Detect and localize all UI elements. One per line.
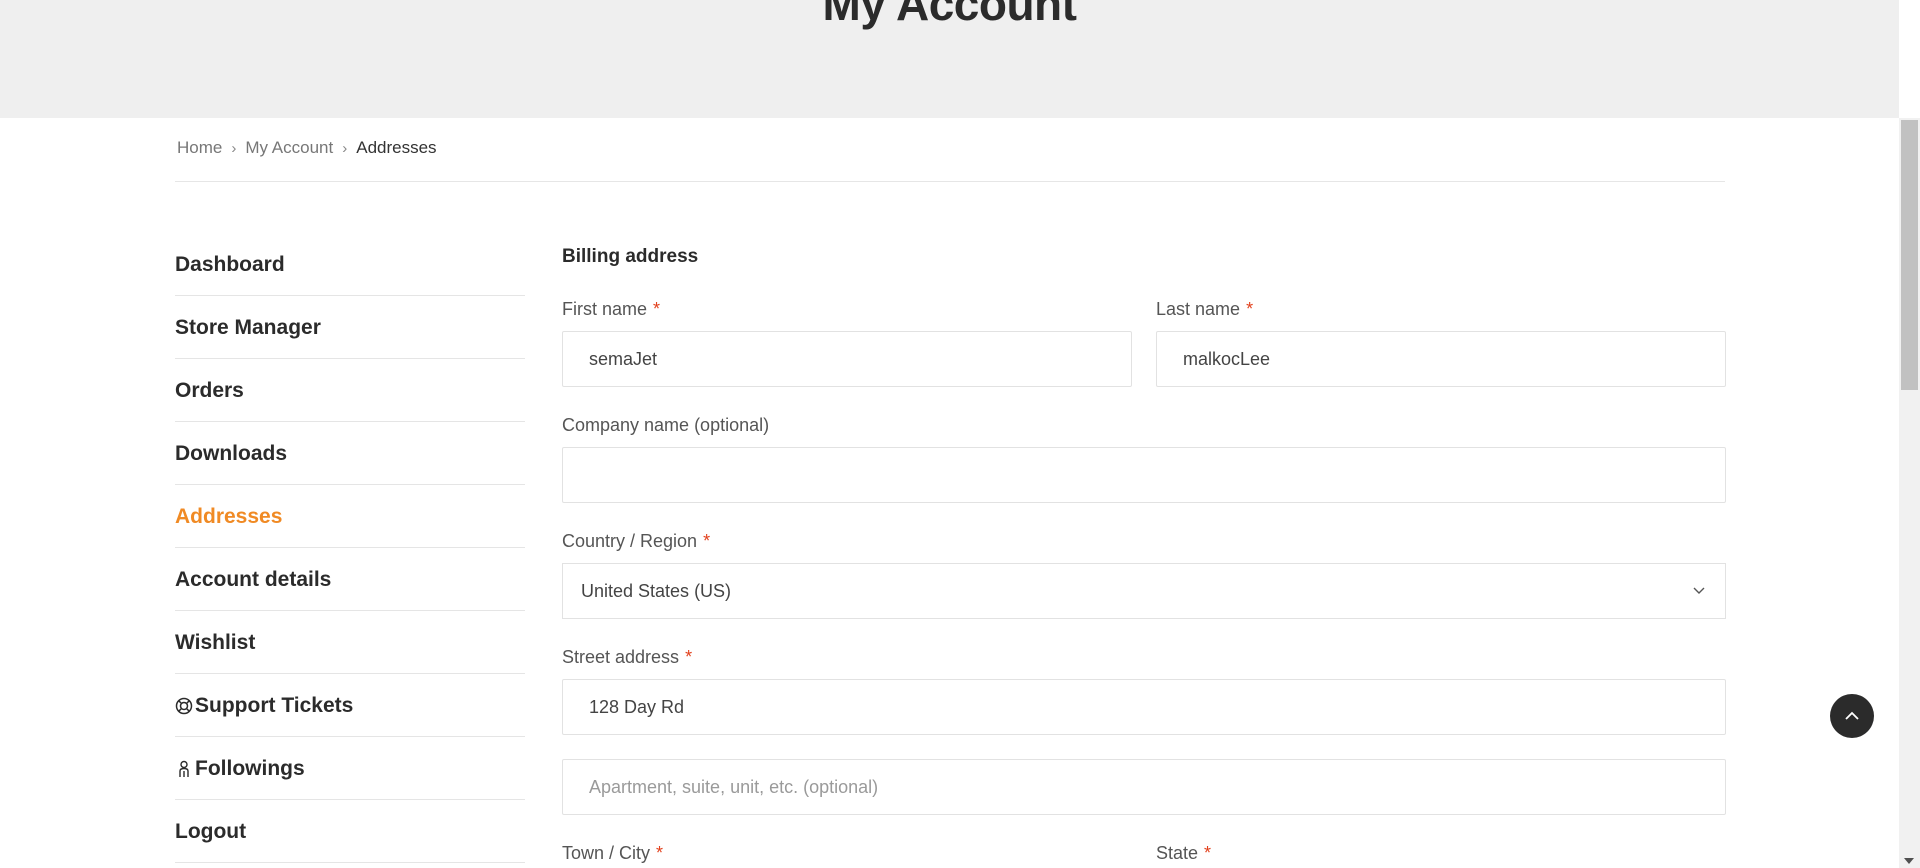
sidebar-item-orders[interactable]: Orders bbox=[175, 360, 525, 422]
chevron-right-icon: › bbox=[342, 139, 348, 157]
country-select[interactable]: United States (US) bbox=[562, 563, 1726, 619]
company-name-label: Company name (optional) bbox=[562, 415, 770, 435]
breadcrumb-current: Addresses bbox=[356, 138, 437, 157]
page-header: My Account bbox=[0, 0, 1899, 118]
page-title: My Account bbox=[822, 0, 1077, 30]
apartment-input[interactable] bbox=[562, 759, 1726, 815]
sidebar-item-dashboard[interactable]: Dashboard bbox=[175, 234, 525, 296]
sidebar-item-downloads[interactable]: Downloads bbox=[175, 423, 525, 485]
first-name-input[interactable] bbox=[562, 331, 1132, 387]
back-to-top-button[interactable] bbox=[1830, 694, 1874, 738]
street-address-label: Street address * bbox=[562, 647, 693, 667]
form-title: Billing address bbox=[562, 246, 699, 267]
sidebar-item-addresses[interactable]: Addresses bbox=[175, 486, 525, 548]
page-scrollbar[interactable] bbox=[1899, 118, 1920, 868]
sidebar-item-followings[interactable]: Followings bbox=[175, 738, 525, 800]
sidebar-item-wishlist[interactable]: Wishlist bbox=[175, 612, 525, 674]
breadcrumb-my-account[interactable]: My Account bbox=[245, 138, 333, 158]
scrollbar-thumb[interactable] bbox=[1901, 120, 1918, 390]
sidebar-item-support-tickets[interactable]: Support Tickets bbox=[175, 675, 525, 737]
sidebar-item-logout[interactable]: Logout bbox=[175, 801, 525, 863]
country-label: Country / Region * bbox=[562, 531, 711, 551]
breadcrumb: Home › My Account › Addresses bbox=[177, 137, 437, 159]
account-navigation: Dashboard Store Manager Orders Downloads… bbox=[175, 234, 525, 864]
breadcrumb-home[interactable]: Home bbox=[177, 138, 222, 158]
company-name-input[interactable] bbox=[562, 447, 1726, 503]
sidebar-item-account-details[interactable]: Account details bbox=[175, 549, 525, 611]
street-address-input[interactable] bbox=[562, 679, 1726, 735]
sidebar-item-store-manager[interactable]: Store Manager bbox=[175, 297, 525, 359]
town-city-label: Town / City * bbox=[562, 843, 664, 863]
lifebuoy-icon bbox=[175, 697, 193, 714]
chevron-up-icon bbox=[1845, 711, 1859, 720]
chevron-down-icon bbox=[1693, 587, 1705, 594]
user-follow-icon bbox=[179, 760, 189, 777]
first-name-label: First name * bbox=[562, 299, 661, 319]
state-label: State * bbox=[1156, 843, 1212, 863]
last-name-label: Last name * bbox=[1156, 299, 1254, 319]
divider bbox=[175, 181, 1725, 182]
chevron-right-icon: › bbox=[231, 139, 237, 157]
last-name-input[interactable] bbox=[1156, 331, 1726, 387]
billing-address-form: Billing address First name* Last name* C… bbox=[562, 244, 1726, 863]
scroll-down-arrow-icon[interactable] bbox=[1904, 858, 1914, 864]
